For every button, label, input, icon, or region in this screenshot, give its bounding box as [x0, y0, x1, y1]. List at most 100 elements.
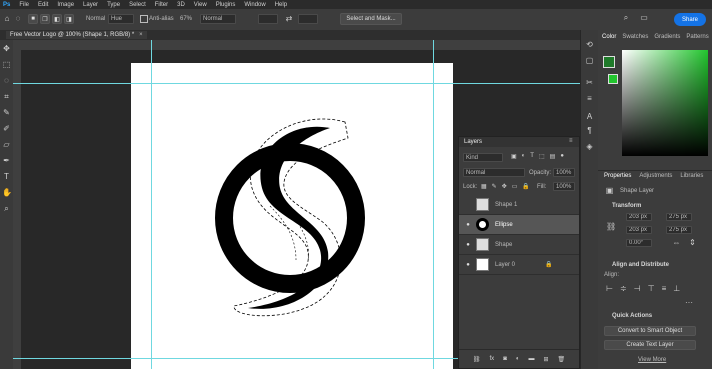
brush-tool-icon[interactable]: ✐: [2, 124, 11, 133]
eyedropper-tool-icon[interactable]: ✎: [2, 108, 11, 117]
layer-name[interactable]: Layer 0: [495, 262, 515, 268]
layer-name[interactable]: Shape 1: [495, 202, 517, 208]
layers-panel-title[interactable]: Layers: [464, 139, 482, 145]
y-value-field[interactable]: 275 px: [666, 226, 692, 234]
menu-3d[interactable]: 3D: [177, 2, 185, 8]
layer-row-shape[interactable]: ● Shape: [459, 235, 579, 255]
mask-icon[interactable]: ◙: [503, 356, 507, 362]
lock-transparent-icon[interactable]: ▦: [481, 183, 487, 192]
menu-window[interactable]: Window: [244, 2, 265, 8]
lasso-tool-icon[interactable]: ◌: [14, 14, 22, 23]
guide-vertical-left[interactable]: [151, 40, 152, 369]
tab-color[interactable]: Color: [602, 34, 616, 44]
lock-position-icon[interactable]: ✥: [502, 183, 507, 192]
filter-shape-icon[interactable]: ⬚: [539, 153, 545, 162]
home-icon[interactable]: ⌂: [3, 14, 11, 23]
share-button[interactable]: Share: [674, 13, 706, 26]
opacity-field[interactable]: 100%: [553, 168, 575, 177]
layer-row-shape-1[interactable]: Shape 1: [459, 195, 579, 215]
marquee-tool-icon[interactable]: ⬚: [2, 60, 11, 69]
workspace-icon[interactable]: ▭: [640, 13, 648, 22]
adjustments-icon[interactable]: ≡: [585, 94, 594, 103]
eye-icon[interactable]: ●: [464, 262, 472, 268]
height-field[interactable]: [298, 14, 318, 24]
menu-type[interactable]: Type: [107, 2, 120, 8]
x-value-field[interactable]: 275 px: [666, 213, 692, 221]
view-more-link[interactable]: View More: [638, 357, 666, 363]
pen-tool-icon[interactable]: ✒: [2, 156, 11, 165]
style-dropdown[interactable]: Normal: [200, 14, 236, 24]
width-value-field[interactable]: 203 px: [626, 213, 652, 221]
logo-artwork[interactable]: [200, 110, 390, 330]
lasso-tool-icon[interactable]: ◌: [2, 76, 11, 85]
adjustment-layer-icon[interactable]: ◐: [516, 356, 520, 362]
align-top-icon[interactable]: ⊤: [648, 284, 655, 294]
history-icon[interactable]: ⟲: [585, 40, 594, 49]
menu-help[interactable]: Help: [275, 2, 287, 8]
link-layers-icon[interactable]: ⛓: [473, 356, 481, 363]
tab-libraries[interactable]: Libraries: [680, 173, 703, 180]
swap-dimensions-icon[interactable]: ⇄: [285, 14, 293, 23]
tab-patterns[interactable]: Patterns: [686, 34, 708, 44]
align-left-icon[interactable]: ⊢: [606, 284, 613, 294]
eye-icon[interactable]: ●: [464, 242, 472, 248]
shapes-icon[interactable]: ✂: [585, 78, 594, 87]
trash-icon[interactable]: 🗑: [557, 356, 565, 363]
kind-filter-dropdown[interactable]: Kind: [463, 153, 503, 162]
height-value-field[interactable]: 203 px: [626, 226, 652, 234]
search-icon[interactable]: ⌕: [622, 13, 630, 23]
menu-file[interactable]: File: [19, 2, 29, 8]
menu-plugins[interactable]: Plugins: [216, 2, 236, 8]
menu-filter[interactable]: Filter: [155, 2, 168, 8]
create-text-layer-button[interactable]: Create Text Layer: [604, 340, 696, 350]
panel-menu-icon[interactable]: ≡: [569, 138, 573, 144]
fill-field[interactable]: 100%: [553, 182, 575, 191]
tab-adjustments[interactable]: Adjustments: [639, 173, 672, 180]
paragraph-icon[interactable]: ¶: [585, 126, 594, 135]
crop-tool-icon[interactable]: ⌗: [2, 92, 11, 102]
character-icon[interactable]: A: [585, 112, 594, 121]
feather-field[interactable]: Hue: [108, 14, 134, 24]
flip-horizontal-icon[interactable]: ⇔: [672, 238, 681, 247]
eraser-tool-icon[interactable]: ▱: [2, 140, 11, 149]
lock-all-icon[interactable]: 🔒: [522, 183, 529, 192]
menu-view[interactable]: View: [194, 2, 207, 8]
angle-field[interactable]: 0.00°: [626, 239, 652, 247]
eye-icon[interactable]: ●: [464, 222, 472, 228]
group-icon[interactable]: ▬: [528, 356, 534, 362]
layers-icon[interactable]: ◈: [585, 142, 594, 151]
subtract-selection-button[interactable]: ◧: [52, 14, 62, 24]
lock-image-icon[interactable]: ✎: [492, 183, 497, 192]
type-tool-icon[interactable]: T: [2, 172, 11, 181]
blend-mode-dropdown[interactable]: Normal: [463, 168, 525, 177]
align-right-icon[interactable]: ⊣: [634, 284, 641, 294]
filter-toggle-icon[interactable]: ●: [560, 153, 564, 162]
add-selection-button[interactable]: ❐: [40, 14, 50, 24]
menu-select[interactable]: Select: [129, 2, 146, 8]
lock-artboard-icon[interactable]: ▭: [512, 183, 518, 192]
tab-swatches[interactable]: Swatches: [622, 34, 648, 44]
align-center-icon[interactable]: ≑: [620, 284, 627, 294]
filter-type-icon[interactable]: T: [530, 153, 534, 162]
fx-icon[interactable]: fx: [490, 356, 495, 362]
menu-edit[interactable]: Edit: [38, 2, 48, 8]
antialias-checkbox[interactable]: [140, 15, 148, 23]
link-icon[interactable]: ⛓: [606, 222, 616, 231]
layer-row-layer-0[interactable]: ● Layer 0 🔒: [459, 255, 579, 275]
app-logo-icon[interactable]: Ps: [3, 2, 10, 8]
flip-vertical-icon[interactable]: ⇕: [688, 238, 697, 247]
foreground-swatch[interactable]: [603, 56, 615, 68]
filter-smart-icon[interactable]: ▤: [550, 153, 556, 162]
background-swatch[interactable]: [608, 74, 618, 84]
document-tab[interactable]: Free Vector Logo @ 100% (Shape 1, RGB/8)…: [6, 31, 147, 39]
layer-row-ellipse[interactable]: ● Ellipse: [459, 215, 579, 235]
close-tab-icon[interactable]: ×: [139, 32, 143, 38]
align-bottom-icon[interactable]: ⊥: [673, 284, 680, 294]
guide-horizontal-top[interactable]: [13, 83, 580, 84]
menu-image[interactable]: Image: [57, 2, 74, 8]
layer-name[interactable]: Ellipse: [495, 222, 513, 228]
intersect-selection-button[interactable]: ◨: [64, 14, 74, 24]
filter-adjustment-icon[interactable]: ◐: [522, 153, 526, 162]
select-and-mask-button[interactable]: Select and Mask...: [340, 13, 402, 25]
new-layer-icon[interactable]: ⊞: [543, 356, 548, 363]
